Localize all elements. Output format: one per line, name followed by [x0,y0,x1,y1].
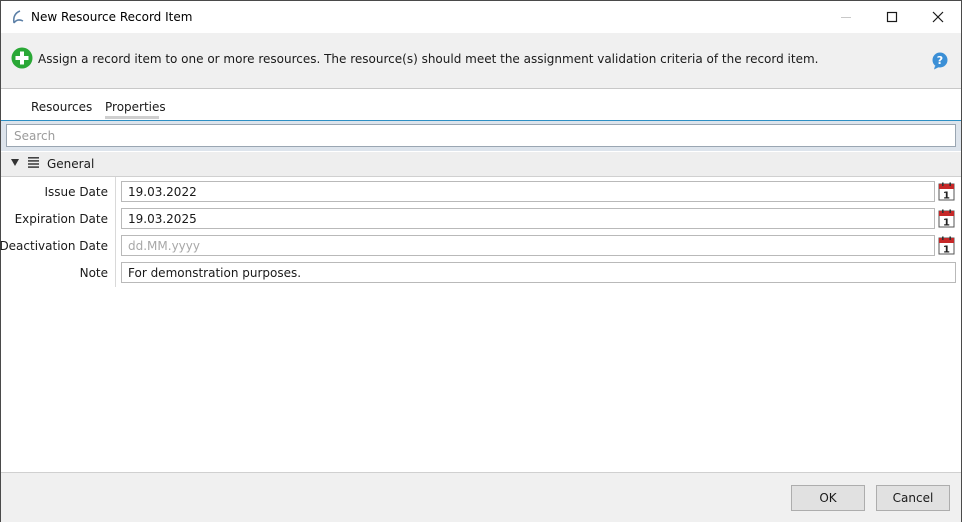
issue-date-label: Issue Date [44,185,108,199]
dialog-footer: OK Cancel [1,472,961,522]
cancel-button[interactable]: Cancel [876,485,950,511]
svg-text:1: 1 [943,245,950,256]
close-button[interactable] [915,1,961,33]
collapse-arrow-icon[interactable] [11,159,19,166]
search-input[interactable] [6,124,956,147]
calendar-icon[interactable]: 1 [938,209,955,228]
list-icon [28,157,39,168]
ok-button[interactable]: OK [791,485,865,511]
help-icon[interactable]: ? [931,52,949,70]
grid-divider [115,177,116,287]
expiration-date-label: Expiration Date [14,212,108,226]
close-icon [932,11,944,23]
dialog-window: New Resource Record Item Assign a record… [0,0,962,522]
maximize-icon [886,11,898,23]
minimize-icon [841,17,851,18]
issue-date-field[interactable] [121,181,935,202]
info-bar: Assign a record item to one or more reso… [1,33,961,89]
svg-text:1: 1 [943,191,950,202]
tab-properties[interactable]: Properties [105,100,166,114]
tab-resources[interactable]: Resources [31,100,92,114]
calendar-icon[interactable]: 1 [938,236,955,255]
svg-text:?: ? [937,54,943,67]
deactivation-date-label: Deactivation Date [0,239,108,253]
tab-selected-indicator [105,116,159,119]
deactivation-date-field[interactable] [121,235,935,256]
svg-text:1: 1 [943,218,950,229]
category-general[interactable]: General [1,152,961,177]
minimize-button[interactable] [823,1,869,33]
calendar-icon[interactable]: 1 [938,182,955,201]
category-label: General [47,157,95,171]
add-green-icon [11,47,33,69]
maximize-button[interactable] [869,1,915,33]
note-field[interactable] [121,262,956,283]
title-bar: New Resource Record Item [1,1,961,33]
window-title: New Resource Record Item [31,10,193,24]
search-bar [1,121,961,151]
info-message: Assign a record item to one or more reso… [38,52,819,66]
app-logo-icon [13,10,24,24]
note-label: Note [79,266,108,280]
expiration-date-field[interactable] [121,208,935,229]
